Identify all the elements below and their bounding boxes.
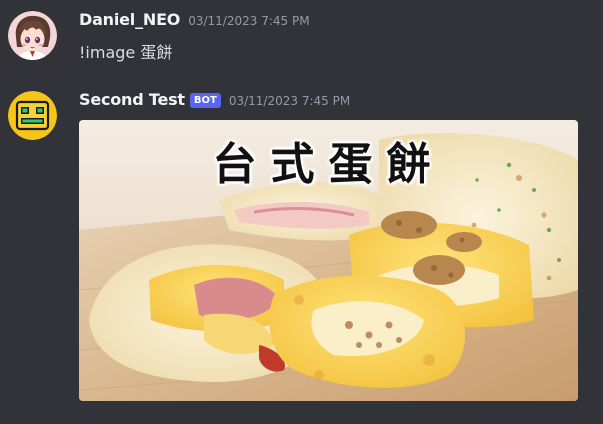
username[interactable]: Daniel_NEO — [79, 10, 180, 29]
chat-message-list: Daniel_NEO 03/11/2023 7:45 PM !image 蛋餅 … — [0, 0, 603, 424]
message-item: Second Test BOT 03/11/2023 7:45 PM 台式蛋餅 — [0, 80, 603, 424]
bot-tag-badge: BOT — [189, 93, 221, 108]
message-text: !image 蛋餅 — [79, 43, 173, 62]
message-item: Daniel_NEO 03/11/2023 7:45 PM !image 蛋餅 — [0, 0, 603, 80]
robot-face-avatar-icon — [8, 91, 57, 140]
anime-boy-avatar-icon — [8, 11, 57, 60]
timestamp[interactable]: 03/11/2023 7:45 PM — [229, 94, 350, 108]
message-header: Daniel_NEO 03/11/2023 7:45 PM — [79, 10, 310, 32]
image-attachment[interactable]: 台式蛋餅 — [79, 120, 578, 401]
message-header: Second Test BOT 03/11/2023 7:45 PM — [79, 90, 350, 112]
timestamp[interactable]: 03/11/2023 7:45 PM — [188, 14, 309, 28]
bot-avatar[interactable] — [8, 91, 57, 140]
image-caption-text: 台式蛋餅 — [212, 139, 445, 190]
username[interactable]: Second Test — [79, 90, 185, 109]
user-avatar[interactable] — [8, 11, 57, 60]
